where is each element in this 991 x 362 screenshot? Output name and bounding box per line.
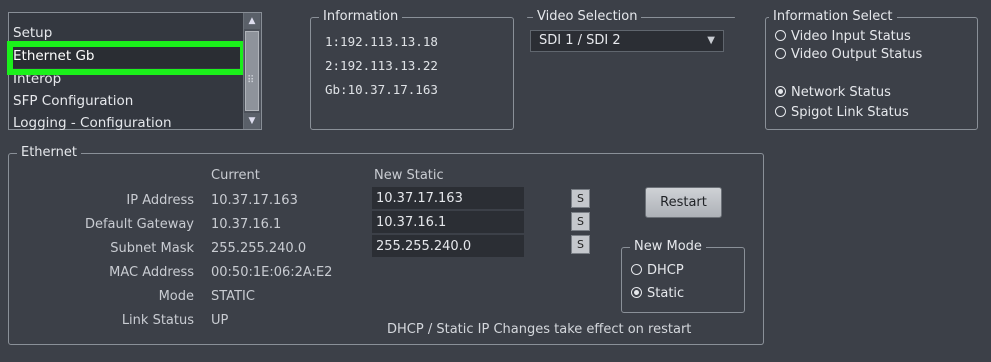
link-status-value: UP (211, 313, 229, 328)
default-gateway-label: Default Gateway (84, 217, 194, 232)
mac-address-label: MAC Address (109, 265, 194, 280)
radio-label: Static (647, 286, 685, 301)
radio-label: Video Input Status (791, 29, 911, 44)
information-select-group: Information Select Video Input Status Vi… (765, 9, 978, 130)
restart-note: DHCP / Static IP Changes take effect on … (387, 322, 692, 337)
radio-icon (775, 30, 786, 41)
ethernet-title: Ethernet (17, 145, 81, 161)
radio-checked-icon (631, 287, 642, 298)
information-title: Information (319, 9, 403, 25)
subnet-mask-input[interactable] (372, 235, 524, 257)
default-gateway-current: 10.37.16.1 (211, 217, 282, 232)
scroll-up-icon[interactable]: ▲ (244, 13, 260, 29)
subnet-mask-label: Subnet Mask (110, 241, 194, 256)
radio-dhcp[interactable]: DHCP (631, 262, 684, 280)
nav-list[interactable]: Setup Ethernet Gb Interop SFP Configurat… (7, 12, 262, 131)
ip-address-current: 10.37.17.163 (211, 193, 298, 208)
info-line-1: 1:192.113.13.18 (325, 34, 438, 49)
radio-video-output-status[interactable]: Video Output Status (775, 46, 922, 64)
mac-address-value: 00:50:1E:06:2A:E2 (211, 265, 333, 280)
current-header: Current (211, 168, 260, 183)
nav-item-ethernet-gb[interactable]: Ethernet Gb (9, 45, 252, 68)
restart-button[interactable]: Restart (645, 187, 722, 218)
subnet-mask-current: 255.255.240.0 (211, 241, 307, 256)
nav-scrollbar[interactable]: ▲ ⠿ ▼ (243, 13, 261, 129)
grip-icon: ⠿ (247, 75, 255, 86)
information-group: Information 1:192.113.13.18 2:192.113.13… (310, 9, 514, 130)
video-selection-group: Video Selection (527, 9, 735, 25)
set-default-gateway-button[interactable]: S (571, 212, 590, 231)
radio-spigot-link-status[interactable]: Spigot Link Status (775, 104, 909, 122)
radio-label: Network Status (791, 85, 891, 100)
scroll-thumb[interactable] (245, 31, 259, 111)
nav-item-logging-configuration[interactable]: Logging - Configuration (9, 112, 252, 135)
link-status-label: Link Status (121, 313, 194, 328)
mode-value: STATIC (211, 289, 255, 304)
radio-label: DHCP (647, 263, 684, 278)
new-mode-title: New Mode (630, 239, 706, 255)
video-selection-title: Video Selection (533, 9, 642, 25)
radio-video-input-status[interactable]: Video Input Status (775, 28, 911, 46)
set-subnet-mask-button[interactable]: S (571, 235, 590, 254)
ip-address-input[interactable] (372, 187, 524, 209)
radio-icon (631, 264, 642, 275)
radio-checked-icon (775, 86, 786, 97)
default-gateway-input[interactable] (372, 211, 524, 233)
video-selection-dropdown[interactable]: SDI 1 / SDI 2 ▼ (530, 30, 724, 52)
nav-item-interop[interactable]: Interop (9, 68, 252, 91)
ip-address-label: IP Address (126, 193, 194, 208)
info-line-3: Gb:10.37.17.163 (325, 82, 438, 97)
nav-item-sfp-configuration[interactable]: SFP Configuration (9, 90, 252, 113)
set-ip-address-button[interactable]: S (571, 189, 590, 208)
video-selection-value: SDI 1 / SDI 2 (539, 33, 621, 48)
radio-static[interactable]: Static (631, 285, 684, 303)
chevron-down-icon: ▼ (707, 35, 715, 46)
radio-icon (775, 48, 786, 59)
radio-label: Spigot Link Status (791, 105, 909, 120)
radio-network-status[interactable]: Network Status (775, 84, 891, 102)
nav-item-setup[interactable]: Setup (9, 22, 252, 45)
radio-icon (775, 106, 786, 117)
scroll-down-icon[interactable]: ▼ (244, 113, 260, 129)
new-mode-group: New Mode DHCP Static (621, 239, 745, 313)
info-line-2: 2:192.113.13.22 (325, 58, 438, 73)
information-select-title: Information Select (769, 9, 897, 25)
new-static-header: New Static (374, 168, 444, 183)
radio-label: Video Output Status (791, 47, 923, 62)
mode-label: Mode (158, 289, 194, 304)
